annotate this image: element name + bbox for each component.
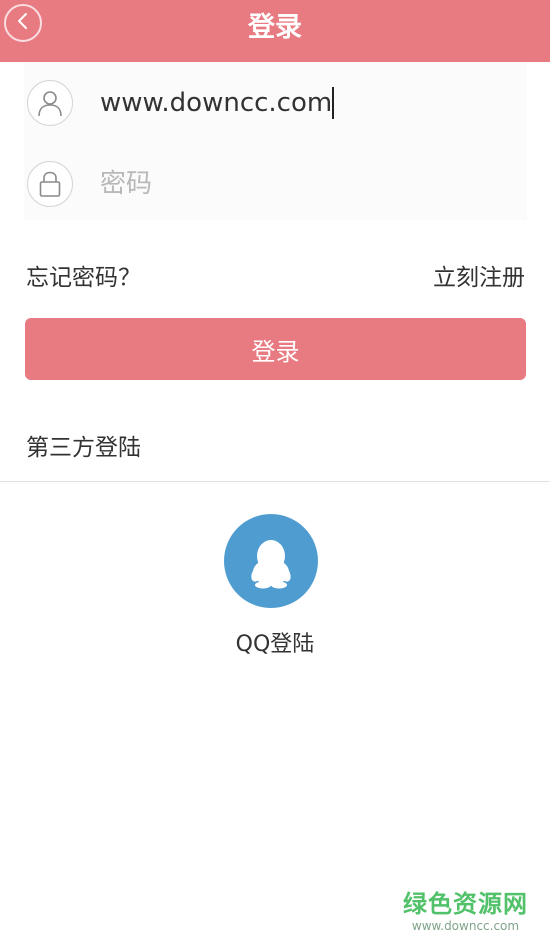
qq-login-button[interactable] bbox=[224, 514, 318, 608]
register-link[interactable]: 立刻注册 bbox=[433, 258, 525, 292]
qq-penguin-icon bbox=[251, 540, 291, 589]
qq-login-label[interactable]: QQ登陆 bbox=[0, 626, 550, 658]
watermark-logo: 绿色资源网 www.downcc.com bbox=[403, 890, 528, 934]
password-field[interactable] bbox=[100, 164, 500, 204]
password-row bbox=[24, 141, 527, 220]
watermark-text: 绿色资源网 bbox=[403, 890, 528, 918]
login-form bbox=[24, 62, 527, 220]
text-cursor bbox=[332, 87, 334, 119]
username-row bbox=[24, 62, 527, 141]
watermark-url: www.downcc.com bbox=[411, 919, 520, 933]
third-party-login-title: 第三方登陆 bbox=[26, 435, 141, 461]
username-field[interactable] bbox=[100, 83, 500, 123]
app-header: 登录 bbox=[0, 0, 550, 62]
login-button[interactable]: 登录 bbox=[25, 318, 526, 380]
divider bbox=[0, 481, 550, 482]
user-icon bbox=[27, 80, 73, 126]
page-title: 登录 bbox=[248, 12, 302, 43]
forgot-password-link[interactable]: 忘记密码？ bbox=[26, 258, 141, 292]
lock-icon bbox=[27, 161, 73, 207]
